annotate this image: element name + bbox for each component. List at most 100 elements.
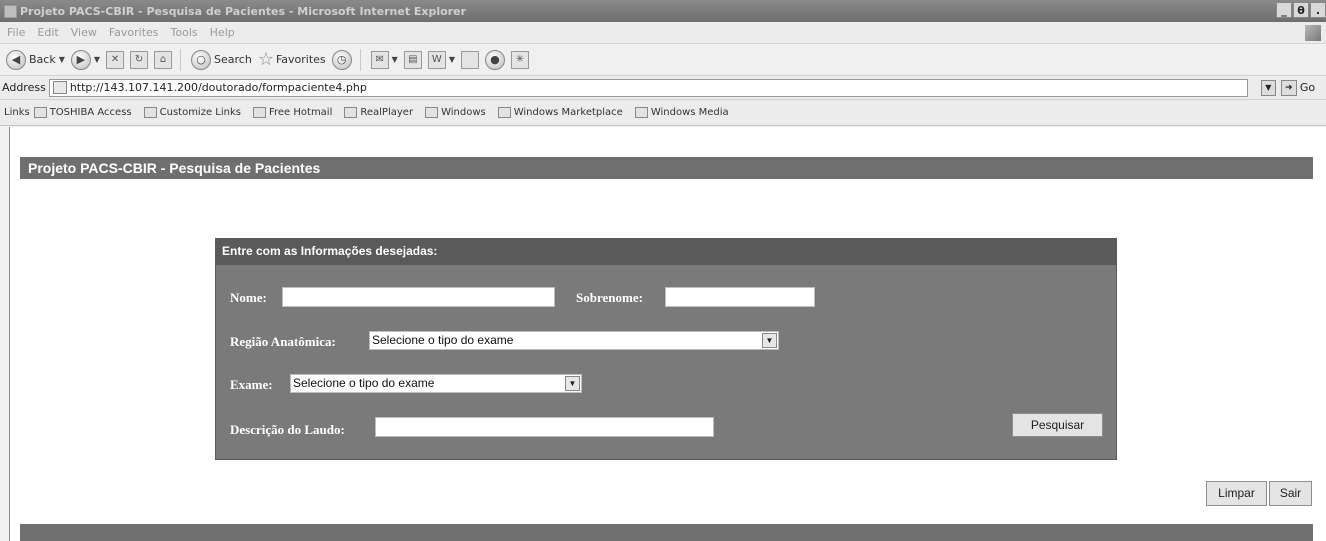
exame-selected-value: Selecione o tipo do exame	[293, 376, 435, 390]
link-free-hotmail[interactable]: Free Hotmail	[252, 107, 333, 118]
menu-favorites[interactable]: Favorites	[109, 26, 159, 39]
search-icon: ○	[191, 49, 212, 70]
messenger-icon: ●	[484, 49, 505, 70]
toolbar-separator	[359, 48, 361, 71]
address-dropdown-icon[interactable]: ▼	[1260, 79, 1276, 96]
window-titlebar: Projeto PACS-CBIR - Pesquisa de Paciente…	[0, 0, 1326, 22]
go-button[interactable]: Go	[1300, 81, 1315, 94]
menu-tools[interactable]: Tools	[171, 26, 198, 39]
mail-icon: ✉	[370, 50, 389, 69]
maximize-button[interactable]: θ	[1293, 2, 1309, 18]
link-label: RealPlayer	[360, 107, 414, 118]
mail-button[interactable]: ✉ ▼	[370, 50, 398, 69]
link-customize-links[interactable]: Customize Links	[143, 107, 241, 118]
menu-view[interactable]: View	[71, 26, 97, 39]
research-button[interactable]: ✳	[510, 50, 529, 69]
exame-select[interactable]: Selecione o tipo do exame ▼	[290, 374, 582, 393]
sobrenome-label: Sobrenome:	[576, 290, 643, 305]
address-bar: Address http://143.107.141.200/doutorado…	[0, 76, 1326, 100]
page-icon	[143, 107, 157, 118]
star-icon: ☆	[257, 49, 274, 70]
ie-icon	[4, 4, 17, 18]
regiao-selected-value: Selecione o tipo do exame	[372, 333, 514, 347]
refresh-icon: ↻	[130, 50, 149, 69]
nome-label: Nome:	[230, 290, 267, 305]
sobrenome-input[interactable]	[665, 287, 815, 307]
link-windows[interactable]: Windows	[425, 107, 486, 118]
refresh-button[interactable]: ↻	[130, 50, 149, 69]
page-footer	[20, 524, 1313, 541]
forward-dropdown-icon[interactable]: ▼	[94, 55, 100, 64]
menu-bar: File Edit View Favorites Tools Help	[0, 22, 1326, 44]
folder-icon	[33, 107, 47, 118]
home-icon: ⌂	[154, 50, 173, 69]
go-arrow-icon[interactable]: ➜	[1280, 79, 1297, 96]
address-label: Address	[2, 81, 46, 94]
panel-title: Entre com as Informações desejadas:	[216, 239, 1116, 265]
stop-button[interactable]: ✕	[106, 50, 125, 69]
edit-button[interactable]: W ▼	[427, 50, 455, 69]
link-windows-marketplace[interactable]: Windows Marketplace	[497, 107, 623, 118]
windows-logo-icon	[1305, 25, 1321, 41]
link-realplayer[interactable]: RealPlayer	[344, 107, 413, 118]
toolbar-separator	[180, 48, 182, 71]
link-label: Windows	[441, 107, 486, 118]
link-label: Windows Media	[650, 107, 729, 118]
marketplace-icon	[497, 107, 511, 118]
pesquisar-button[interactable]: Pesquisar	[1012, 413, 1103, 437]
chevron-down-icon[interactable]: ▼	[762, 333, 777, 348]
close-button[interactable]: .	[1310, 2, 1326, 18]
realplayer-icon	[344, 107, 358, 118]
link-toshiba-access[interactable]: TOSHIBA Access	[33, 107, 132, 118]
print-button[interactable]: ▤	[403, 50, 422, 69]
nome-input[interactable]	[282, 287, 555, 307]
minimize-button[interactable]: _	[1276, 2, 1292, 18]
favorites-button[interactable]: ☆ Favorites	[258, 49, 326, 70]
back-dropdown-icon[interactable]: ▼	[59, 55, 65, 64]
favorites-label: Favorites	[275, 53, 326, 66]
back-button[interactable]: ◀ Back ▼	[6, 49, 65, 70]
window-title: Projeto PACS-CBIR - Pesquisa de Paciente…	[20, 4, 467, 18]
regiao-select[interactable]: Selecione o tipo do exame ▼	[369, 331, 779, 350]
page-icon	[460, 50, 479, 69]
address-input[interactable]: http://143.107.141.200/doutorado/formpac…	[48, 78, 1248, 97]
search-button[interactable]: ○ Search	[191, 49, 252, 70]
menu-file[interactable]: File	[7, 26, 25, 39]
menu-edit[interactable]: Edit	[37, 26, 58, 39]
limpar-button[interactable]: Limpar	[1206, 481, 1267, 506]
edit-dropdown-icon[interactable]: ▼	[449, 55, 455, 64]
page-icon	[425, 107, 439, 118]
address-url: http://143.107.141.200/doutorado/formpac…	[69, 81, 367, 94]
page-icon	[52, 81, 67, 94]
window-controls: _ θ .	[1275, 2, 1326, 18]
regiao-label: Região Anatômica:	[230, 334, 336, 349]
forward-button[interactable]: ▶ ▼	[70, 49, 100, 70]
link-label: TOSHIBA Access	[49, 107, 132, 118]
links-label: Links	[4, 107, 30, 118]
link-label: Free Hotmail	[268, 107, 333, 118]
link-label: Windows Marketplace	[513, 107, 623, 118]
history-icon: ◷	[331, 49, 352, 70]
chevron-down-icon[interactable]: ▼	[565, 376, 580, 391]
link-label: Customize Links	[159, 107, 241, 118]
forward-arrow-icon: ▶	[70, 49, 91, 70]
discuss-button[interactable]	[460, 50, 479, 69]
browser-toolbar: ◀ Back ▼ ▶ ▼ ✕ ↻ ⌂ ○ Search ☆ Favorites …	[0, 44, 1326, 76]
exame-label: Exame:	[230, 377, 273, 392]
search-label: Search	[214, 53, 252, 66]
back-arrow-icon: ◀	[6, 49, 26, 70]
back-label: Back	[29, 53, 56, 66]
sair-button[interactable]: Sair	[1269, 481, 1312, 506]
descricao-input[interactable]	[375, 417, 714, 437]
menu-help[interactable]: Help	[210, 26, 235, 39]
messenger-button[interactable]: ●	[484, 49, 505, 70]
mail-dropdown-icon[interactable]: ▼	[392, 55, 398, 64]
page-icon	[634, 107, 648, 118]
page-title: Projeto PACS-CBIR - Pesquisa de Paciente…	[20, 157, 1313, 179]
link-windows-media[interactable]: Windows Media	[634, 107, 729, 118]
home-button[interactable]: ⌂	[154, 50, 173, 69]
page-icon	[252, 107, 266, 118]
history-button[interactable]: ◷	[331, 49, 352, 70]
links-bar: Links TOSHIBA Access Customize Links Fre…	[0, 100, 1326, 126]
page-viewport: Projeto PACS-CBIR - Pesquisa de Paciente…	[9, 127, 1326, 541]
